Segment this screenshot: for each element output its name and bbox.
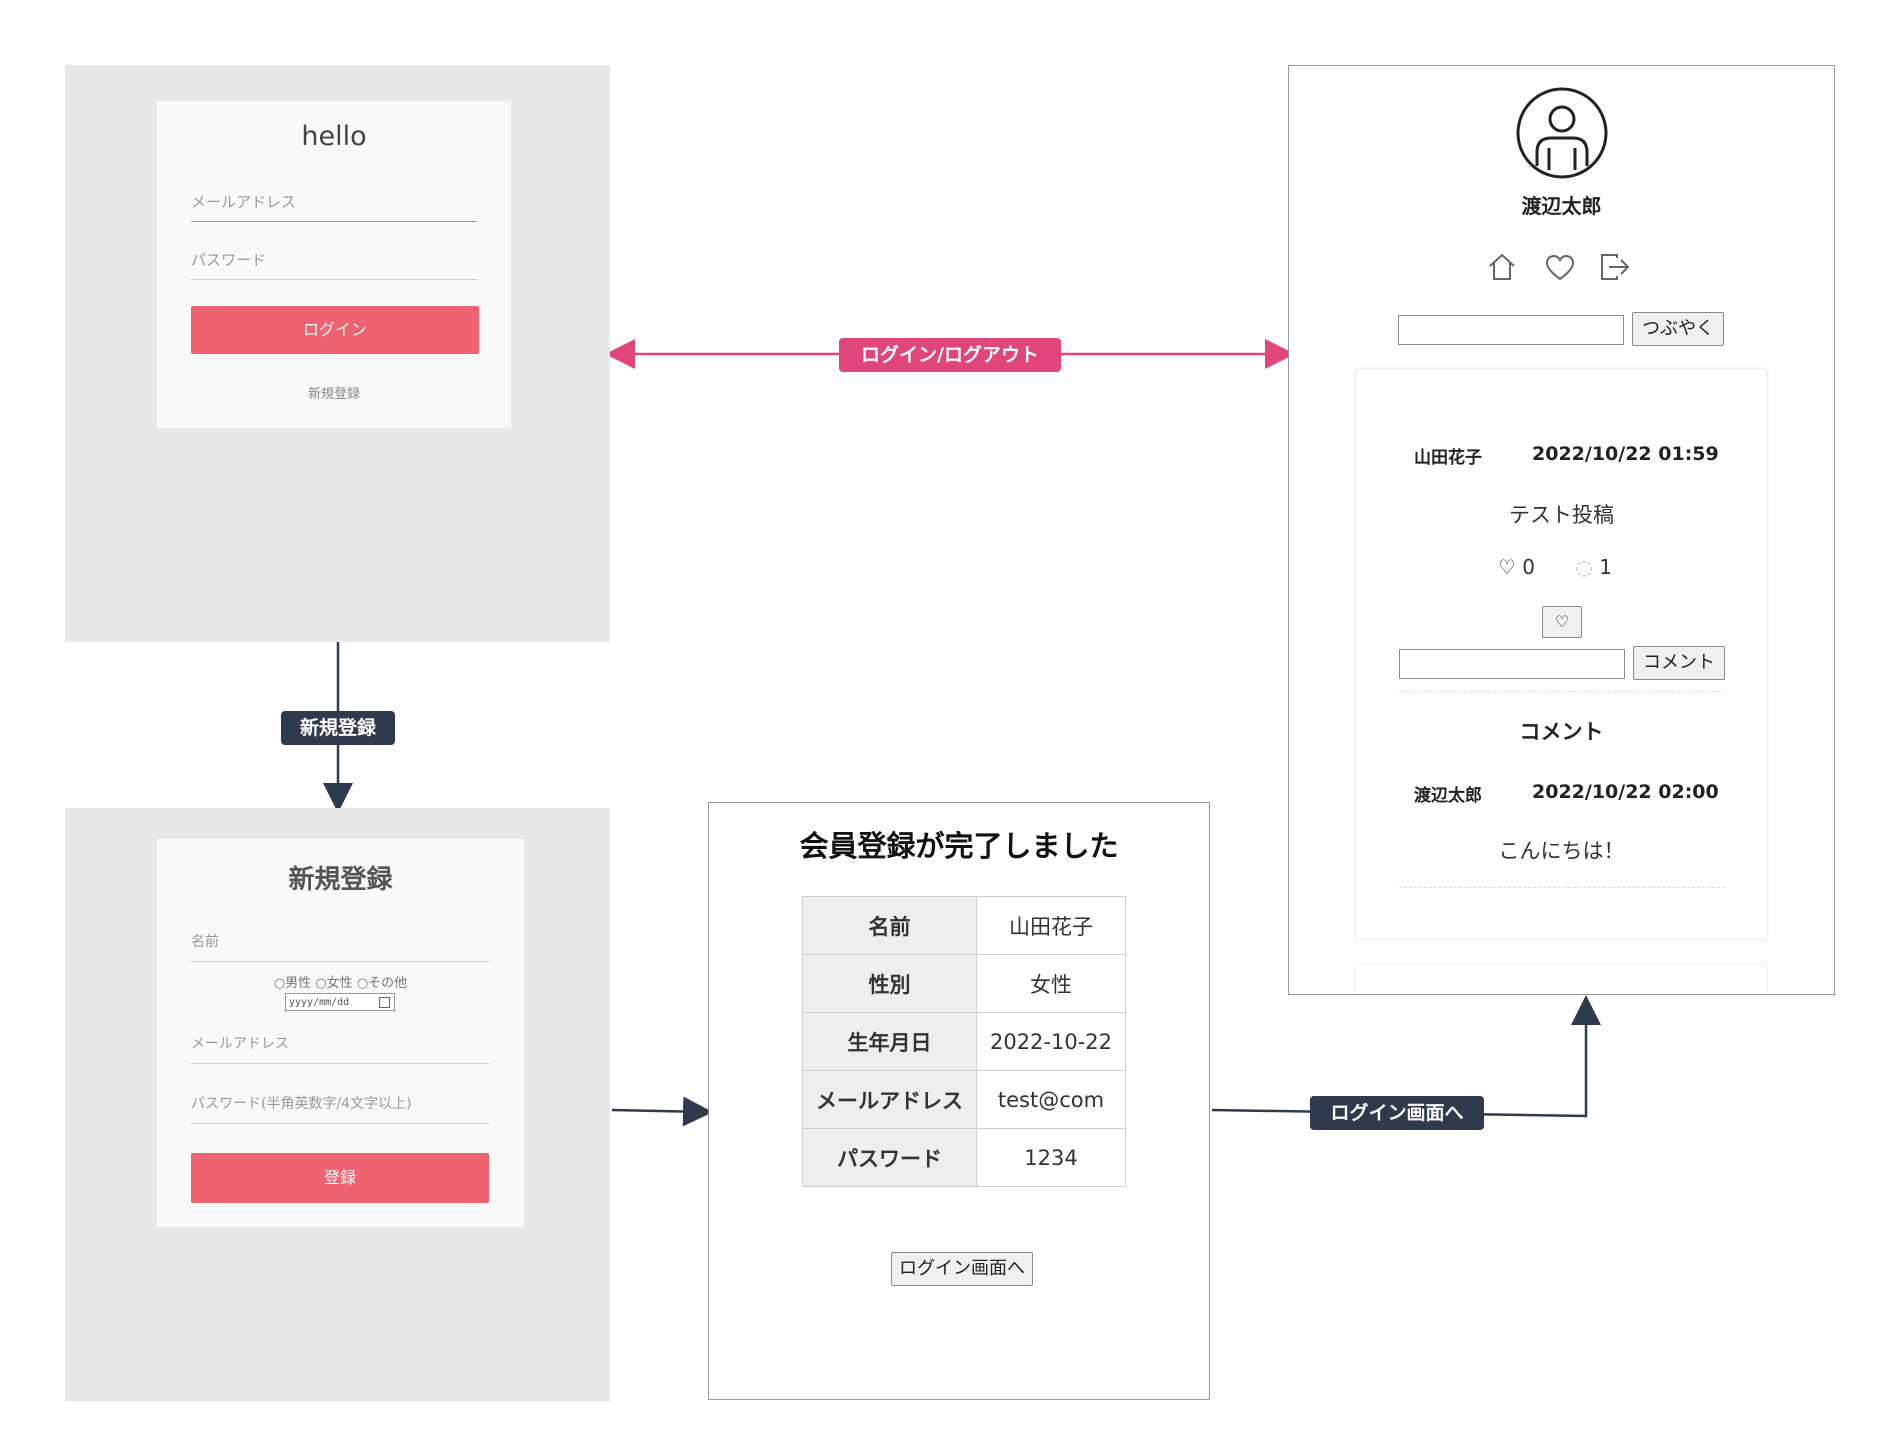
register-password-placeholder: パスワード(半角英数字/4文字以上) — [191, 1096, 412, 1112]
avatar-icon — [1516, 87, 1608, 179]
post-datetime: 2022/10/22 01:59 — [1532, 443, 1719, 465]
birthdate-input[interactable]: yyyy/mm/dd — [285, 993, 395, 1011]
comment-content: こんにちは！ — [1498, 839, 1625, 863]
edge-register-complete-line — [611, 1096, 713, 1127]
calendar-icon[interactable] — [379, 997, 390, 1008]
row-value-gender: 女性 — [976, 954, 1126, 1013]
registration-table: 名前 山田花子 性別 女性 生年月日 2022-10-22 メールアドレス test@c… — [802, 896, 1126, 1187]
like-button[interactable]: ♡ — [1542, 606, 1582, 638]
complete-screen: 会員登録が完了しました 名前 山田花子 性別 女性 生年月日 2022-10-22 メ… — [708, 802, 1210, 1400]
go-to-login-button[interactable]: ログイン画面へ — [891, 1252, 1033, 1286]
post-input[interactable] — [1398, 315, 1624, 345]
post-card: 山田花子 2022/10/22 01:59 テスト投稿 ♡ 0 ◌ 1 ♡ コメ… — [1355, 368, 1768, 940]
register-button[interactable]: 登録 — [191, 1153, 489, 1203]
like-heart-icon: ♡ — [1554, 612, 1570, 631]
row-label-birthdate: 生年月日 — [802, 1012, 977, 1071]
comment-button[interactable]: コメント — [1633, 646, 1725, 680]
register-card: 新規登録 名前 ○男性 ○女性 ○その他 yyyy/mm/dd メールアドレス … — [157, 839, 524, 1227]
timeline-screen: 渡辺太郎 つぶやく 山田花子 2022/10/22 01:59 テスト投稿 ♡ … — [1288, 65, 1835, 995]
edge-label-to-login: ログイン画面へ — [1310, 1096, 1484, 1130]
comment-count: 1 — [1599, 555, 1612, 579]
radio-male[interactable]: ○男性 — [274, 976, 311, 991]
logout-icon[interactable] — [1599, 252, 1631, 282]
table-row: 名前 山田花子 — [802, 896, 1126, 955]
divider — [1399, 691, 1725, 692]
comments-heading: コメント — [1519, 720, 1604, 744]
post-stats: ♡ 0 ◌ 1 — [1498, 555, 1612, 579]
row-value-name: 山田花子 — [976, 896, 1126, 955]
edge-label-login-logout: ログイン/ログアウト — [839, 338, 1061, 372]
register-password-field[interactable]: パスワード(半角英数字/4文字以上) — [191, 1081, 489, 1124]
next-post-card — [1355, 963, 1768, 994]
comment-author: 渡辺太郎 — [1414, 786, 1482, 806]
email-placeholder: メールアドレス — [191, 193, 297, 211]
post-content: テスト投稿 — [1509, 503, 1614, 527]
name-placeholder: 名前 — [191, 934, 219, 950]
row-label-name: 名前 — [802, 896, 977, 955]
like-count: 0 — [1522, 555, 1536, 579]
user-name: 渡辺太郎 — [1521, 194, 1602, 218]
row-value-birthdate: 2022-10-22 — [976, 1012, 1126, 1071]
home-icon[interactable] — [1487, 252, 1517, 282]
table-row: 生年月日 2022-10-22 — [802, 1012, 1126, 1071]
name-field[interactable]: 名前 — [191, 919, 489, 962]
divider — [1399, 887, 1725, 888]
heart-icon[interactable] — [1545, 254, 1575, 282]
register-link[interactable]: 新規登録 — [157, 383, 511, 402]
post-button[interactable]: つぶやく — [1632, 312, 1724, 346]
password-field[interactable]: パスワード — [191, 239, 477, 280]
radio-other-label: その他 — [368, 976, 408, 991]
edge-label-register: 新規登録 — [281, 711, 395, 745]
password-placeholder: パスワード — [191, 251, 267, 269]
comment-datetime: 2022/10/22 02:00 — [1532, 781, 1719, 803]
login-button[interactable]: ログイン — [191, 306, 479, 354]
comment-count-icon: ◌ — [1575, 555, 1593, 579]
email-field[interactable]: メールアドレス — [191, 181, 477, 222]
row-label-gender: 性別 — [802, 954, 977, 1013]
register-title: 新規登録 — [288, 865, 393, 895]
birthdate-placeholder: yyyy/mm/dd — [289, 997, 350, 1008]
gender-radio-group: ○男性 ○女性 ○その他 — [157, 972, 524, 991]
login-card: hello メールアドレス パスワード ログイン 新規登録 — [157, 101, 511, 428]
like-count-icon: ♡ — [1498, 555, 1516, 579]
radio-male-label: 男性 — [285, 976, 312, 991]
login-title: hello — [301, 121, 367, 152]
post-author: 山田花子 — [1414, 448, 1482, 468]
radio-female-label: 女性 — [326, 976, 353, 991]
row-value-password: 1234 — [976, 1128, 1126, 1187]
login-screen: hello メールアドレス パスワード ログイン 新規登録 — [65, 65, 610, 642]
register-email-field[interactable]: メールアドレス — [191, 1021, 489, 1064]
radio-female[interactable]: ○女性 — [315, 976, 352, 991]
table-row: メールアドレス test@com — [802, 1070, 1126, 1129]
row-label-email: メールアドレス — [802, 1070, 977, 1129]
table-row: パスワード 1234 — [802, 1128, 1126, 1187]
register-screen: 新規登録 名前 ○男性 ○女性 ○その他 yyyy/mm/dd メールアドレス … — [65, 808, 610, 1401]
radio-other[interactable]: ○その他 — [357, 976, 407, 991]
register-email-placeholder: メールアドレス — [191, 1036, 289, 1052]
comment-input[interactable] — [1399, 649, 1625, 679]
row-value-email: test@com — [976, 1070, 1126, 1129]
complete-title: 会員登録が完了しました — [799, 829, 1119, 863]
row-label-password: パスワード — [802, 1128, 977, 1187]
table-row: 性別 女性 — [802, 954, 1126, 1013]
